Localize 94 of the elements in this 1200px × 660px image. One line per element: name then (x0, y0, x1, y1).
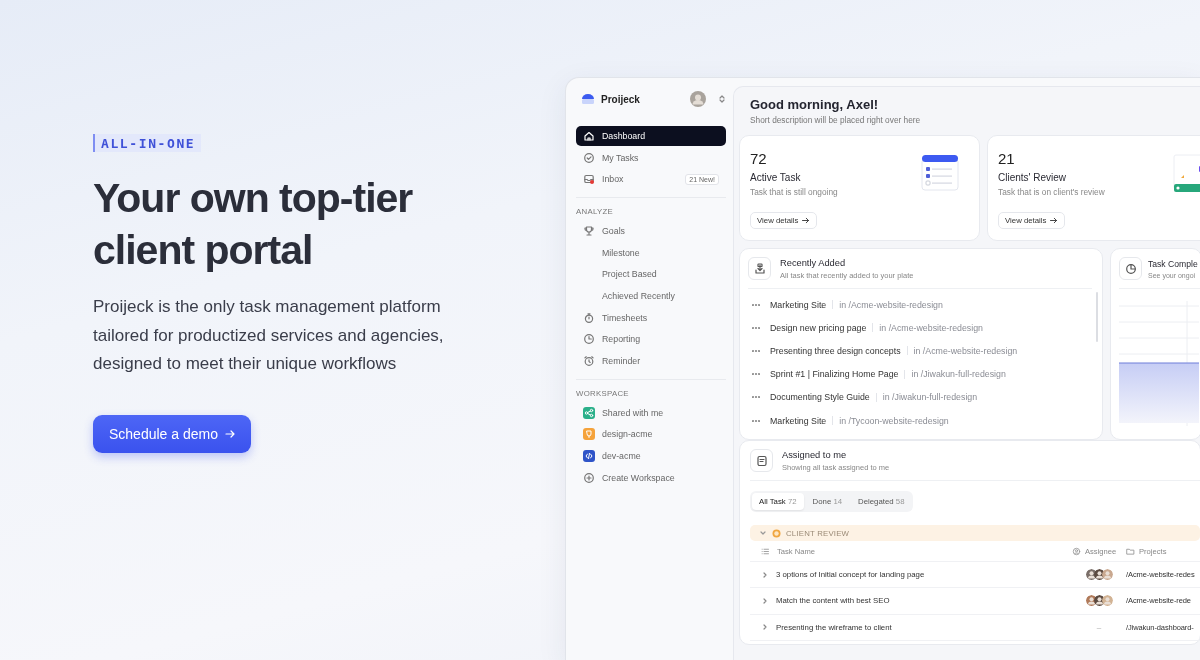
sidebar-item-label: Project Based (602, 269, 657, 280)
brand-name: Proijeck (601, 93, 640, 105)
sidebar-item-label: My Tasks (602, 152, 639, 163)
trophy-icon (583, 225, 595, 238)
sidebar-item[interactable]: Achieved Recently (576, 285, 726, 306)
sidebar-item-label: Timesheets (602, 312, 648, 323)
inbox-icon (583, 173, 595, 186)
greeting-subtitle: Short description will be placed right over here (750, 115, 922, 125)
card-title: Assigned to me (782, 449, 848, 460)
sidebar-item[interactable]: My Tasks (576, 147, 726, 168)
eyebrow-label: ALL-IN-ONE (93, 134, 202, 152)
project-path: in /Tycoon-website-redesign (839, 415, 949, 426)
schedule-demo-button[interactable]: Schedule a demo (93, 414, 251, 453)
chevron-down-icon (759, 529, 767, 537)
task-title: Marketing Site (770, 415, 827, 426)
arrow-icon (1049, 216, 1059, 225)
arrow-icon (801, 216, 811, 225)
project-path: in /Acme-website-redesign (839, 299, 943, 310)
sidebar-item-label: Inbox (602, 174, 624, 185)
user-avatar[interactable] (690, 91, 706, 107)
sidebar-item-label: design-acme (602, 429, 653, 440)
more-icon (752, 395, 760, 400)
headline: Your own top-tier client portal (93, 174, 414, 275)
recent-task-row[interactable]: Presenting three design concepts in /Acme-website-redesign (748, 339, 1092, 363)
folder-icon (1126, 546, 1135, 556)
todo-list-drawing (921, 154, 959, 192)
tray-download-icon (753, 262, 766, 275)
recent-task-row[interactable]: Documenting Style Guide in /Jiwakun-full-redesign (748, 385, 1092, 409)
stat-description: Task that is on client's review (998, 187, 1105, 197)
sidebar-item[interactable]: design-acme (576, 424, 726, 445)
card-title: Recently Added (780, 257, 847, 268)
sidebar-item-label: Dashboard (602, 131, 646, 141)
user-circle-icon (1072, 546, 1081, 556)
empty-assignee: – (1096, 622, 1102, 632)
list-icon (761, 546, 770, 556)
stat-label: Active Task (750, 172, 802, 183)
sidebar-item[interactable]: Dashboard (576, 126, 726, 146)
task-title: Sprint #1 | Finalizing Home Page (770, 369, 899, 380)
more-icon (752, 372, 760, 377)
note-icon (755, 454, 768, 467)
task-title: Marketing Site (770, 299, 827, 310)
recent-task-row[interactable]: Marketing Site in /Tycoon-website-redesign (748, 408, 1092, 433)
alarm-icon (583, 354, 595, 367)
sidebar-item-label: Reminder (602, 355, 641, 366)
description: Proijeck is the only task management platform tailored for productized services and agencies, designed to meet their unique workflows (93, 296, 445, 375)
greeting-title: Good morning, Axel! (750, 97, 880, 112)
plus-circle-icon (583, 471, 595, 484)
sidebar-item-label: Milestone (602, 247, 640, 258)
home-icon (583, 130, 595, 142)
sidebar-item-label: Reporting (602, 334, 641, 345)
logo-icon (581, 93, 595, 105)
sidebar-item-label: Shared with me (602, 407, 664, 418)
chevron-right-icon (761, 623, 769, 632)
sidebar-item[interactable]: Milestone (576, 242, 726, 263)
stopwatch-icon (583, 311, 595, 324)
more-icon (752, 325, 760, 330)
project-path: in /Jiwakun-full-redesign (911, 369, 1006, 380)
stat-description: Task that is still ongoing (750, 187, 838, 197)
status-icon (772, 528, 781, 538)
sidebar-item[interactable]: Reminder (576, 350, 726, 371)
sidebar-item-label: dev-acme (602, 450, 641, 461)
sidebar-item[interactable]: Shared with me (576, 402, 726, 423)
sidebar-item-label: Achieved Recently (602, 290, 675, 301)
card-title: Task Comple (1148, 258, 1198, 269)
task-title: Presenting three design concepts (770, 345, 901, 356)
recent-task-row[interactable]: Marketing Site in /Acme-website-redesign (748, 293, 1092, 317)
stat-value: 21 (998, 150, 1016, 167)
scrollbar[interactable] (1096, 292, 1098, 342)
recent-task-row[interactable]: Design new pricing page in /Acme-website-redesign (748, 316, 1092, 340)
sidebar-item[interactable]: Goals (576, 221, 726, 242)
more-icon (752, 348, 760, 353)
project-path: in /Acme-website-redesign (913, 345, 1018, 356)
sidebar-item[interactable]: Create Workspace (576, 467, 726, 488)
chevron-updown-icon (718, 94, 726, 104)
task-title: Documenting Style Guide (770, 392, 870, 403)
chevron-right-icon (761, 596, 769, 605)
sidebar-item-label: Create Workspace (602, 472, 675, 483)
project-path: in /Acme-website-redesign (879, 322, 983, 333)
more-icon (752, 418, 760, 423)
check-circle-icon (583, 151, 595, 164)
sidebar-item-label: Goals (602, 226, 625, 237)
sidebar-item[interactable]: Timesheets (576, 307, 726, 328)
sidebar-item[interactable]: Project Based (576, 264, 726, 285)
clock-icon (583, 333, 595, 346)
chevron-right-icon (761, 570, 769, 579)
recent-task-row[interactable]: Sprint #1 | Finalizing Home Page in /Jiwakun-full-redesign (748, 362, 1092, 386)
stat-value: 72 (750, 150, 768, 167)
task-title: Design new pricing page (770, 322, 867, 333)
stat-label: Clients' Review (998, 172, 1068, 183)
sidebar-item[interactable]: Reporting (576, 329, 726, 350)
pie-chart-icon (1124, 262, 1137, 275)
sidebar-item[interactable]: dev-acme (576, 445, 726, 466)
project-path: in /Jiwakun-full-redesign (882, 392, 978, 403)
more-icon (752, 302, 760, 307)
